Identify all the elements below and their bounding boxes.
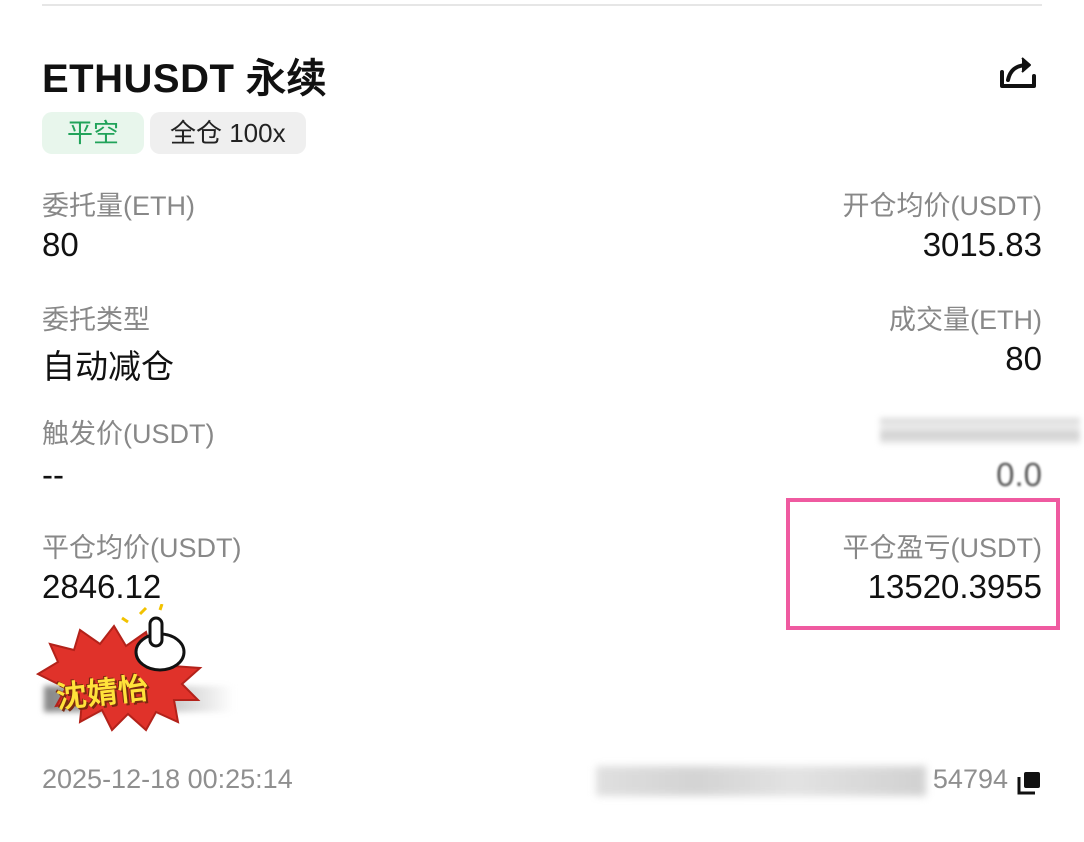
avg-open-price-value: 3015.83 [922,226,1042,263]
top-divider [42,4,1042,6]
close-pnl-label: 平仓盈亏(USDT) [842,533,1042,563]
order-timestamp: 2025-12-18 00:25:14 [42,764,293,794]
trigger-price-label: 触发价(USDT) [42,419,215,449]
filled-qty-label: 成交量(ETH) [889,305,1042,335]
copy-icon[interactable] [1016,770,1042,796]
avg-close-price-value: 2846.12 [42,568,162,605]
share-icon[interactable] [996,50,1040,94]
close-pnl-value: 13520.3955 [867,568,1042,605]
obscured-value: 0.0 [996,456,1042,493]
order-qty-label: 委托量(ETH) [42,191,195,221]
page-title: ETHUSDT 永续 [42,57,327,101]
obscured-label-blur [880,418,1080,444]
position-id-blur [596,766,926,796]
margin-mode-tag: 全仓 100x [150,112,306,154]
order-type-label: 委托类型 [42,305,150,335]
avg-open-price-label: 开仓均价(USDT) [842,191,1042,221]
trigger-price-value: -- [42,456,64,493]
avg-close-price-label: 平仓均价(USDT) [42,533,242,563]
order-qty-value: 80 [42,226,79,263]
side-tag: 平空 [42,112,144,154]
filled-qty-value: 80 [1005,340,1042,377]
order-type-value: 自动减仓 [42,348,174,385]
position-id-suffix: 54794 [932,764,1008,794]
